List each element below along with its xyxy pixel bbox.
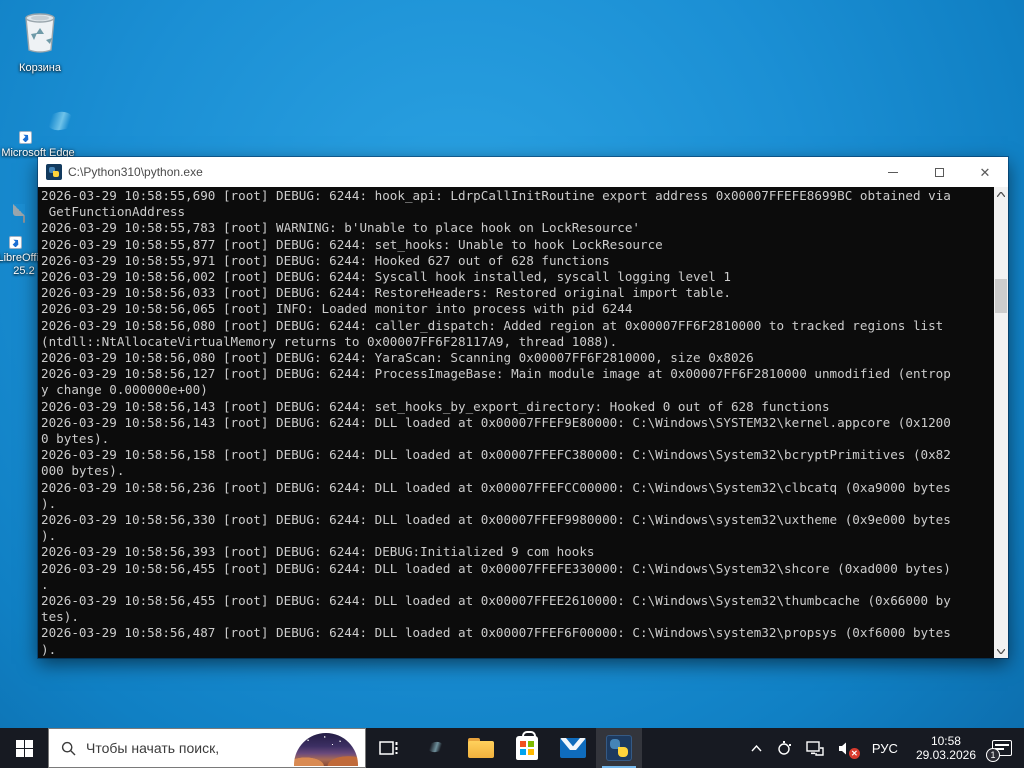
notification-badge: 1 — [986, 748, 1000, 762]
console-line: 2026-03-29 10:58:56,143 [root] DEBUG: 62… — [41, 398, 830, 414]
network-icon — [806, 740, 824, 756]
mute-badge-icon: ✕ — [848, 748, 860, 759]
search-icon — [61, 741, 76, 755]
search-placeholder: Чтобы начать поиск, — [86, 740, 220, 756]
console-line: 2026-03-29 10:58:56,143 [root] DEBUG: 62… — [41, 414, 951, 430]
mail-icon — [560, 738, 586, 758]
console-output[interactable]: 2026-03-29 10:58:55,690 [root] DEBUG: 62… — [38, 187, 1008, 658]
clock[interactable]: 10:58 29.03.2026 — [908, 728, 984, 768]
console-window: C:\Python310\python.exe ✕ 2026-03-29 10:… — [38, 157, 1008, 658]
scroll-up-arrow[interactable] — [994, 187, 1008, 201]
console-line: 2026-03-29 10:58:56,455 [root] DEBUG: 62… — [41, 560, 951, 576]
console-line: 0 bytes). — [41, 431, 110, 447]
libreoffice-icon — [7, 204, 41, 249]
console-line: 000 bytes). — [41, 463, 125, 479]
task-view-button[interactable] — [366, 728, 412, 768]
action-center-button[interactable]: 1 — [984, 728, 1024, 768]
minimize-button[interactable] — [870, 157, 916, 187]
shortcut-arrow-icon — [19, 131, 32, 144]
console-line: ). — [41, 495, 57, 511]
maximize-button[interactable] — [916, 157, 962, 187]
desktop: Корзина Microsoft Edge LibreOffice 25.2 … — [0, 0, 1024, 768]
console-line: 2026-03-29 10:58:56,330 [root] DEBUG: 62… — [41, 512, 951, 528]
close-icon: ✕ — [979, 164, 991, 180]
console-line: 2026-03-29 10:58:55,690 [root] DEBUG: 62… — [41, 188, 951, 203]
shortcut-arrow-icon — [9, 236, 22, 249]
taskbar-store-button[interactable] — [504, 728, 550, 768]
minimize-icon — [888, 171, 898, 173]
desktop-icon-label: Корзина — [19, 62, 61, 74]
maximize-icon — [934, 167, 944, 177]
console-line: 2026-03-29 10:58:56,455 [root] DEBUG: 62… — [41, 593, 951, 609]
console-line: 2026-03-29 10:58:56,002 [root] DEBUG: 62… — [41, 269, 731, 285]
console-line: 2026-03-29 10:58:56,487 [root] DEBUG: 62… — [41, 625, 951, 641]
python-console-icon — [46, 164, 62, 180]
taskbar-edge-button[interactable] — [412, 728, 458, 768]
console-line: 2026-03-29 10:58:55,971 [root] DEBUG: 62… — [41, 252, 610, 268]
console-line: 2026-03-29 10:58:56,080 [root] DEBUG: 62… — [41, 317, 944, 333]
start-button[interactable] — [0, 728, 48, 768]
edge-icon — [423, 736, 447, 760]
taskbar-file-explorer-button[interactable] — [458, 728, 504, 768]
desktop-icon-edge[interactable]: Microsoft Edge — [0, 102, 76, 160]
edge-icon — [17, 102, 59, 144]
network-button[interactable] — [799, 728, 831, 768]
console-line: 2026-03-29 10:58:56,033 [root] DEBUG: 62… — [41, 285, 731, 301]
show-hidden-icons-button[interactable] — [744, 728, 769, 768]
clock-date: 29.03.2026 — [915, 748, 976, 762]
console-line: . — [41, 576, 49, 592]
console-line: GetFunctionAddress — [41, 204, 186, 220]
console-line: 2026-03-29 10:58:56,393 [root] DEBUG: 62… — [41, 544, 595, 560]
console-line: ). — [41, 641, 57, 657]
console-line: (ntdll::NtAllocateVirtualMemory returns … — [41, 333, 618, 349]
status-circle-icon — [778, 741, 791, 755]
tray-status-button[interactable] — [769, 728, 799, 768]
file-explorer-icon — [468, 738, 494, 758]
window-titlebar[interactable]: C:\Python310\python.exe ✕ — [38, 157, 1008, 187]
volume-button[interactable]: ✕ — [831, 728, 862, 768]
scroll-down-arrow[interactable] — [994, 644, 1008, 658]
microsoft-store-icon — [516, 731, 538, 760]
console-line: 2026-03-29 10:58:55,783 [root] WARNING: … — [41, 220, 640, 236]
search-highlight-illustration[interactable] — [288, 730, 364, 766]
console-line: 2026-03-29 10:58:56,158 [root] DEBUG: 62… — [41, 447, 951, 463]
chevron-up-icon — [751, 744, 762, 751]
windows-logo-icon — [15, 739, 33, 757]
python-console-icon — [606, 735, 632, 761]
language-indicator[interactable]: РУС — [862, 728, 908, 768]
recycle-bin-icon — [2, 8, 78, 59]
task-view-icon — [379, 741, 398, 755]
scrollbar-thumb[interactable] — [995, 279, 1007, 313]
window-title: C:\Python310\python.exe — [68, 165, 203, 179]
search-input[interactable]: Чтобы начать поиск, — [48, 728, 366, 768]
system-tray: ✕ РУС 10:58 29.03.2026 1 — [744, 728, 1024, 768]
console-line: 2026-03-29 10:58:56,080 [root] DEBUG: 62… — [41, 350, 754, 366]
desktop-icon-recycle-bin[interactable]: Корзина — [2, 8, 78, 75]
console-line: ). — [41, 528, 57, 544]
console-line: y change 0.000000e+00) — [41, 382, 208, 398]
taskbar-python-button[interactable] — [596, 728, 642, 768]
close-button[interactable]: ✕ — [962, 157, 1008, 187]
taskbar: Чтобы начать поиск, ✕ РУС 10:58 29.03.20… — [0, 728, 1024, 768]
vertical-scrollbar[interactable] — [994, 187, 1008, 658]
console-line: 2026-03-29 10:58:56,065 [root] INFO: Loa… — [41, 301, 633, 317]
clock-time: 10:58 — [930, 734, 961, 748]
console-line: 2026-03-29 10:58:56,236 [root] DEBUG: 62… — [41, 479, 951, 495]
console-line: tes). — [41, 609, 79, 625]
console-line: 2026-03-29 10:58:56,127 [root] DEBUG: 62… — [41, 366, 951, 382]
taskbar-mail-button[interactable] — [550, 728, 596, 768]
console-line: 2026-03-29 10:58:55,877 [root] DEBUG: 62… — [41, 236, 663, 252]
